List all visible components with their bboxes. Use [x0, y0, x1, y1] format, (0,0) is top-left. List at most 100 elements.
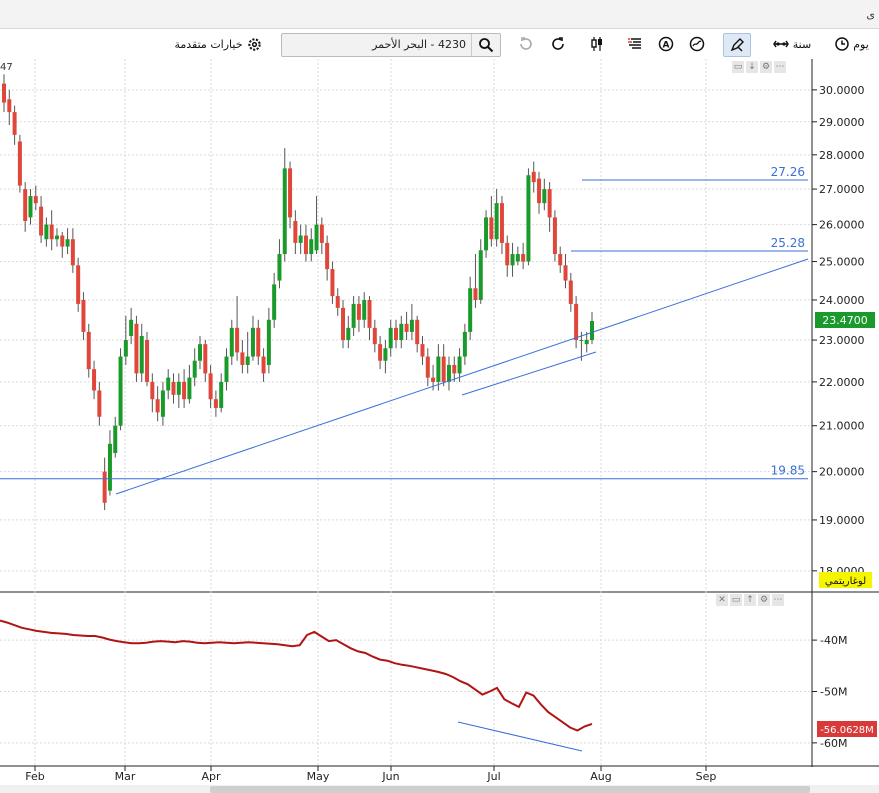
time-tick-label: Jun [381, 770, 399, 783]
period-day-button[interactable]: يوم [829, 33, 875, 55]
depth-button[interactable] [624, 33, 646, 55]
candle [383, 340, 388, 374]
candle [134, 315, 139, 382]
level-label: 19.85 [771, 464, 805, 478]
candle [213, 390, 218, 417]
chart-type-button[interactable] [586, 33, 608, 55]
indicator-tick-label: -60M [820, 737, 847, 750]
candle [39, 196, 44, 243]
candle [171, 373, 176, 404]
candle [76, 257, 81, 312]
period-day-label: يوم [853, 37, 869, 51]
candle [446, 356, 451, 391]
candle [521, 242, 526, 270]
candle [462, 323, 467, 365]
candle [489, 196, 494, 247]
candle [224, 348, 229, 391]
horizontal-scrollbar[interactable] [0, 785, 879, 793]
horizontal-levels: 27.26 25.28 19.85 [0, 165, 808, 480]
alerts-button[interactable]: A [655, 33, 677, 55]
log-scale-toggle[interactable]: لوغاريتمي [819, 572, 872, 588]
redo-button[interactable] [547, 33, 569, 55]
undo-button[interactable] [515, 33, 537, 55]
candle [92, 360, 97, 400]
candle [28, 189, 33, 225]
range-icon [772, 38, 789, 50]
candle [198, 335, 202, 370]
indicator-trendline[interactable] [457, 721, 583, 752]
candle [123, 315, 128, 365]
level-label: 27.26 [771, 165, 805, 179]
indicator-button[interactable] [686, 33, 708, 55]
symbol-search-value: 4230 - البحر الأحمر [372, 38, 466, 51]
candle [356, 296, 361, 332]
current-price-tag: 23.4700 [815, 312, 875, 328]
candle [484, 210, 489, 258]
candle [44, 217, 49, 247]
indicator-tick-label: -40M [820, 634, 847, 647]
candle [399, 315, 404, 349]
pen-cursor-icon [729, 37, 745, 53]
indicator-value-label: -56.0628M [820, 725, 874, 736]
candle [256, 319, 261, 365]
svg-text:A: A [663, 41, 670, 51]
candle [203, 340, 208, 382]
candle [378, 335, 383, 370]
candle [293, 210, 298, 255]
candle [388, 319, 393, 357]
short-trendline[interactable] [461, 351, 597, 396]
draw-tool-button[interactable] [723, 33, 751, 57]
candle [510, 242, 515, 277]
candle [335, 288, 340, 316]
candle [415, 315, 420, 353]
symbol-search-input[interactable]: 4230 - البحر الأحمر [281, 33, 501, 57]
candle [478, 239, 483, 304]
search-icon[interactable] [471, 34, 500, 56]
candle [552, 210, 557, 262]
price-tick-label: 28.0000 [819, 149, 865, 162]
price-tick-label: 29.0000 [819, 116, 865, 129]
candle [515, 246, 520, 266]
chart-area[interactable]: 27.26 25.28 19.85 30.0000 29.0000 28.0000 27.… [0, 59, 879, 785]
candle [468, 276, 473, 341]
line-indicator-icon [689, 36, 705, 52]
advanced-options-label: خيارات متقدمة [174, 37, 243, 51]
time-tick-label: Aug [590, 770, 611, 783]
indicator-tick-label: -50M [820, 685, 847, 698]
candle-series [2, 74, 594, 511]
log-scale-label: لوغاريتمي [825, 576, 866, 587]
price-tick-label: 24.0000 [819, 294, 865, 307]
advanced-options-button[interactable]: خيارات متقدمة [172, 33, 264, 55]
candle [330, 261, 335, 304]
period-year-button[interactable]: سنة [765, 33, 819, 55]
candle [288, 161, 293, 229]
partial-price-label: 47 [0, 62, 13, 73]
candle [235, 296, 240, 361]
candle [150, 373, 155, 413]
candle [2, 74, 6, 113]
candle [351, 296, 356, 336]
candle [325, 235, 330, 281]
candle [60, 231, 65, 258]
indicator-value-tag: -56.0628M [817, 721, 877, 737]
candle [473, 254, 478, 308]
candle [118, 348, 123, 431]
support-trendline[interactable] [115, 258, 809, 495]
candle [563, 254, 568, 289]
time-tick-label: Jul [486, 770, 500, 783]
candle [240, 340, 245, 374]
bars-list-icon [627, 37, 643, 51]
candle [568, 272, 573, 312]
price-axis: 30.0000 29.0000 28.0000 27.0000 26.0000 25.00… [812, 84, 865, 578]
candle [298, 224, 303, 255]
price-tick-label: 20.0000 [819, 466, 865, 479]
candle [54, 228, 59, 247]
price-tick-label: 26.0000 [819, 219, 865, 232]
candle [166, 369, 171, 400]
candle [309, 228, 314, 262]
scrollbar-thumb[interactable] [210, 786, 810, 793]
candle [113, 416, 118, 458]
candle [245, 331, 250, 374]
time-tick-label: Feb [25, 770, 44, 783]
candle [107, 430, 112, 496]
